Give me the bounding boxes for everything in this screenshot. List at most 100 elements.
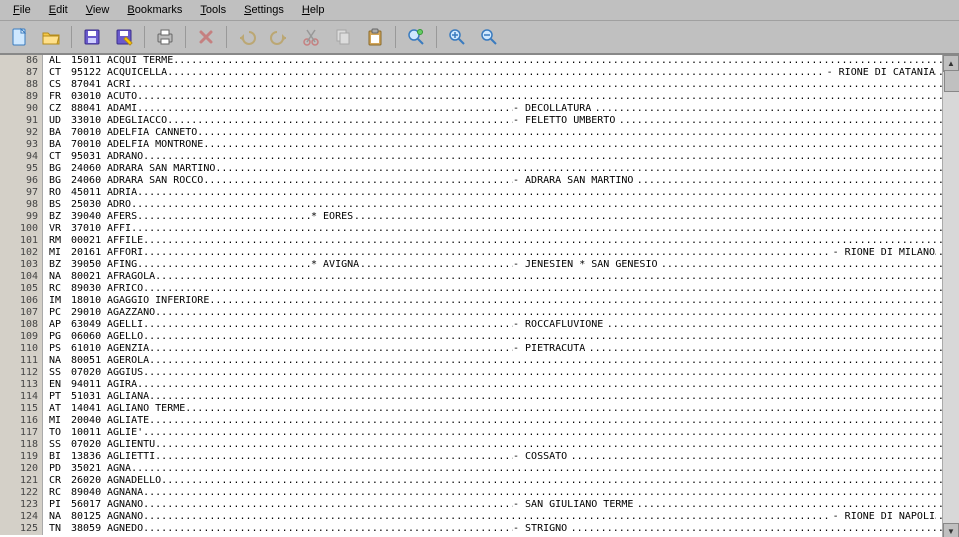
- province-cell: BA: [49, 139, 63, 150]
- city-name-cell: AGAZZANO: [107, 307, 157, 318]
- menu-file[interactable]: File: [4, 2, 40, 18]
- line-number: 108: [0, 319, 43, 331]
- line-number: 90: [0, 103, 43, 115]
- line-number: 106: [0, 295, 43, 307]
- city-name-cell: AFING: [107, 259, 139, 270]
- province-cell: BI: [49, 451, 63, 462]
- alt-name-cell: * EORES: [311, 211, 355, 222]
- province-cell: FR: [49, 91, 63, 102]
- close-doc-icon[interactable]: [191, 23, 221, 51]
- province-cell: PG: [49, 331, 63, 342]
- menu-tools[interactable]: Tools: [191, 2, 235, 18]
- line-number: 124: [0, 511, 43, 523]
- undo-icon[interactable]: [232, 23, 262, 51]
- menu-help[interactable]: Help: [293, 2, 334, 18]
- menu-edit[interactable]: Edit: [40, 2, 77, 18]
- right-note-cell: - RIONE DI NAPOLI: [831, 511, 935, 522]
- zoom-out-icon[interactable]: [474, 23, 504, 51]
- province-cell: AL: [49, 55, 63, 66]
- note-cell: - PIETRACUTA: [513, 343, 587, 354]
- city-name-cell: ADELFIA CANNETO: [107, 127, 199, 138]
- menu-settings[interactable]: Settings: [235, 2, 293, 18]
- copy-icon[interactable]: [328, 23, 358, 51]
- table-row: 112.....................................…: [0, 367, 943, 379]
- save-as-icon[interactable]: [109, 23, 139, 51]
- table-row: 123.....................................…: [0, 499, 943, 511]
- table-row: 125.....................................…: [0, 523, 943, 535]
- line-number: 94: [0, 151, 43, 163]
- postcode-cell: 24060: [71, 175, 103, 186]
- city-name-cell: ACQUI TERME: [107, 55, 175, 66]
- city-name-cell: AGLIE': [107, 427, 145, 438]
- table-row: 87......................................…: [0, 67, 943, 79]
- line-number: 115: [0, 403, 43, 415]
- line-number: 91: [0, 115, 43, 127]
- table-row: 110.....................................…: [0, 343, 943, 355]
- city-name-cell: ACQUICELLA: [107, 67, 169, 78]
- line-number: 97: [0, 187, 43, 199]
- table-row: 88......................................…: [0, 79, 943, 91]
- postcode-cell: 25030: [71, 199, 103, 210]
- table-row: 105.....................................…: [0, 283, 943, 295]
- paste-icon[interactable]: [360, 23, 390, 51]
- province-cell: NA: [49, 271, 63, 282]
- line-number: 88: [0, 79, 43, 91]
- line-number: 117: [0, 427, 43, 439]
- zoom-in-icon[interactable]: [442, 23, 472, 51]
- city-name-cell: ACRI: [107, 79, 133, 90]
- postcode-cell: 63049: [71, 319, 103, 330]
- postcode-cell: 88041: [71, 103, 103, 114]
- province-cell: SS: [49, 439, 63, 450]
- city-name-cell: AFFORI: [107, 247, 145, 258]
- cut-icon[interactable]: [296, 23, 326, 51]
- line-number: 100: [0, 223, 43, 235]
- line-number: 113: [0, 379, 43, 391]
- note-cell: - FELETTO UMBERTO: [513, 115, 617, 126]
- scroll-down-button[interactable]: ▼: [943, 523, 959, 537]
- city-name-cell: AGENZIA: [107, 343, 151, 354]
- right-note-cell: - RIONE DI CATANIA: [825, 67, 935, 78]
- table-row: 86......................................…: [0, 55, 943, 67]
- postcode-cell: 95031: [71, 151, 103, 162]
- print-icon[interactable]: [150, 23, 180, 51]
- line-number: 93: [0, 139, 43, 151]
- postcode-cell: 70010: [71, 127, 103, 138]
- save-icon[interactable]: [77, 23, 107, 51]
- postcode-cell: 33010: [71, 115, 103, 126]
- city-name-cell: AGLIENTU: [107, 439, 157, 450]
- postcode-cell: 51031: [71, 391, 103, 402]
- postcode-cell: 56017: [71, 499, 103, 510]
- postcode-cell: 38059: [71, 523, 103, 534]
- line-number: 111: [0, 355, 43, 367]
- city-name-cell: AGNA: [107, 463, 133, 474]
- city-name-cell: ADRARA SAN ROCCO: [107, 175, 205, 186]
- table-row: 92......................................…: [0, 127, 943, 139]
- province-cell: NA: [49, 355, 63, 366]
- table-row: 99......................................…: [0, 211, 943, 223]
- postcode-cell: 07020: [71, 367, 103, 378]
- province-cell: RC: [49, 283, 63, 294]
- menu-view[interactable]: View: [77, 2, 119, 18]
- province-cell: BG: [49, 175, 63, 186]
- line-number: 87: [0, 67, 43, 79]
- table-row: 100.....................................…: [0, 223, 943, 235]
- province-cell: CS: [49, 79, 63, 90]
- line-number: 96: [0, 175, 43, 187]
- line-number: 122: [0, 487, 43, 499]
- new-file-icon[interactable]: [4, 23, 34, 51]
- vertical-scrollbar[interactable]: ▲ ▼: [942, 55, 959, 537]
- menu-bookmarks[interactable]: Bookmarks: [118, 2, 191, 18]
- city-name-cell: AFFI: [107, 223, 133, 234]
- province-cell: PT: [49, 391, 63, 402]
- line-number: 104: [0, 271, 43, 283]
- table-row: 93......................................…: [0, 139, 943, 151]
- menu-bar: File Edit View Bookmarks Tools Settings …: [0, 0, 959, 21]
- redo-icon[interactable]: [264, 23, 294, 51]
- open-folder-icon[interactable]: [36, 23, 66, 51]
- text-content[interactable]: 86......................................…: [0, 55, 943, 537]
- scroll-thumb[interactable]: [944, 70, 959, 92]
- table-row: 117.....................................…: [0, 427, 943, 439]
- line-number: 116: [0, 415, 43, 427]
- table-row: 106.....................................…: [0, 295, 943, 307]
- find-replace-icon[interactable]: [401, 23, 431, 51]
